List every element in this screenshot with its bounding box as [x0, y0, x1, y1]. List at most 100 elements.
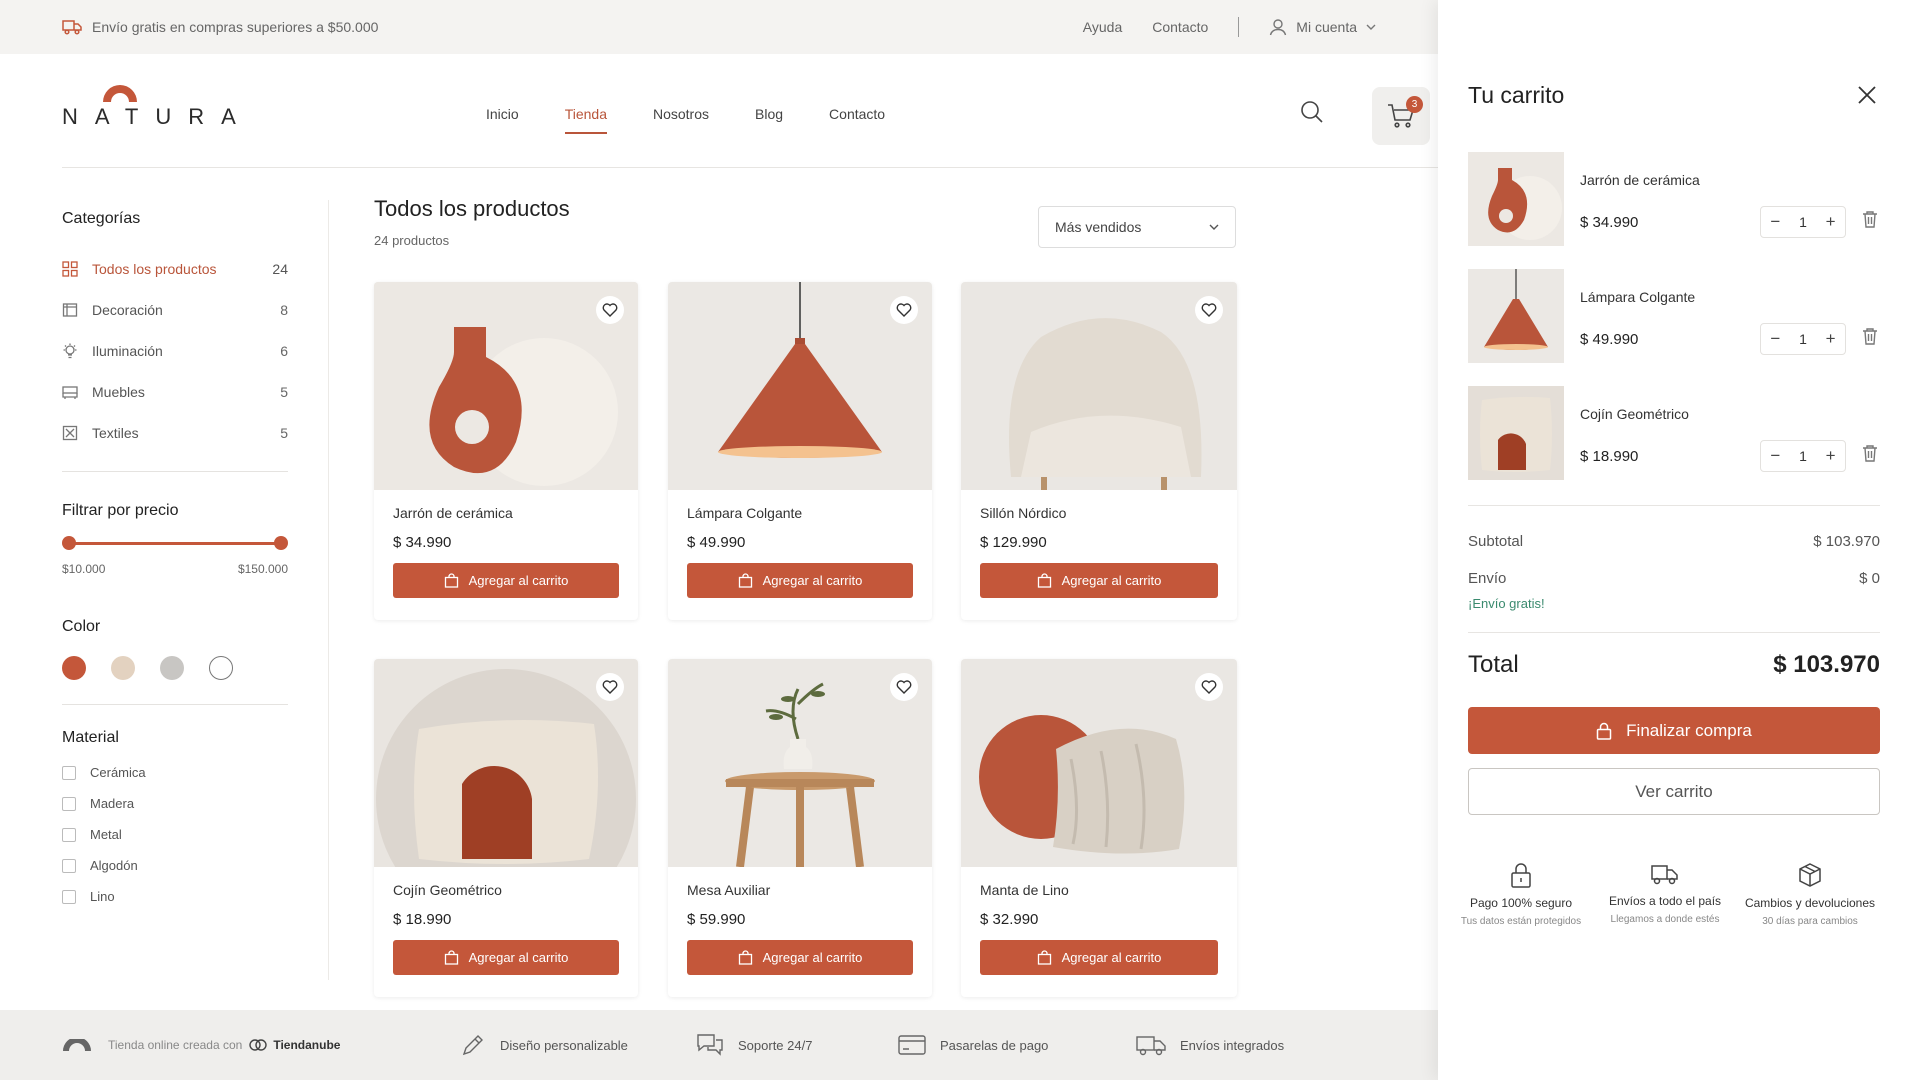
wishlist-button[interactable]: [596, 673, 624, 701]
heart-icon: [896, 680, 912, 694]
product-name[interactable]: Manta de Lino: [980, 882, 1237, 898]
cart-item-price: $ 49.990: [1580, 331, 1639, 348]
cart-item-name[interactable]: Jarrón de cerámica: [1580, 172, 1700, 188]
heart-icon: [602, 680, 618, 694]
product-image[interactable]: [961, 659, 1237, 867]
product-name[interactable]: Sillón Nórdico: [980, 505, 1237, 521]
slider-track: [68, 542, 282, 545]
product-name[interactable]: Mesa Auxiliar: [687, 882, 932, 898]
remove-item-button[interactable]: [1862, 327, 1878, 345]
checkbox[interactable]: [62, 796, 76, 811]
checkbox[interactable]: [62, 889, 76, 904]
category-iluminacion[interactable]: Iluminación 6: [62, 330, 288, 371]
add-to-cart-button[interactable]: Agregar al carrito: [393, 563, 619, 598]
price-range-slider[interactable]: [62, 534, 288, 552]
add-to-cart-button[interactable]: Agregar al carrito: [980, 940, 1218, 975]
wishlist-button[interactable]: [890, 296, 918, 324]
decrease-quantity-button[interactable]: −: [1770, 212, 1780, 232]
color-swatch-beige[interactable]: [111, 656, 135, 680]
help-link[interactable]: Ayuda: [1083, 19, 1122, 35]
material-option[interactable]: Madera: [62, 788, 288, 819]
cart-item-name[interactable]: Lámpara Colgante: [1580, 289, 1695, 305]
add-to-cart-button[interactable]: Agregar al carrito: [687, 940, 913, 975]
cart-item-name[interactable]: Cojín Geométrico: [1580, 406, 1689, 422]
add-to-cart-button[interactable]: Agregar al carrito: [687, 563, 913, 598]
category-count: 6: [280, 342, 288, 359]
product-price: $ 49.990: [687, 534, 746, 551]
category-count: 24: [272, 260, 288, 277]
sort-select[interactable]: Más vendidos: [1038, 206, 1236, 248]
feature-subtitle: Tus datos están protegidos: [1460, 916, 1582, 927]
close-icon: [1858, 86, 1876, 104]
checkbox[interactable]: [62, 858, 76, 873]
product-image[interactable]: [374, 659, 638, 867]
wishlist-button[interactable]: [596, 296, 624, 324]
cart-item: Lámpara Colgante $ 49.990 − 1 +: [1468, 269, 1880, 363]
add-to-cart-button[interactable]: Agregar al carrito: [393, 940, 619, 975]
color-swatch-terracotta[interactable]: [62, 656, 86, 680]
remove-item-button[interactable]: [1862, 444, 1878, 462]
product-card[interactable]: Cojín Geométrico $ 18.990 Agregar al car…: [374, 659, 638, 997]
product-name[interactable]: Jarrón de cerámica: [393, 505, 638, 521]
cart-title: Tu carrito: [1468, 82, 1565, 108]
category-decoracion[interactable]: Decoración 8: [62, 289, 288, 330]
product-image[interactable]: [668, 659, 932, 867]
increase-quantity-button[interactable]: +: [1826, 212, 1836, 232]
increase-quantity-button[interactable]: +: [1826, 329, 1836, 349]
color-swatch-white[interactable]: [209, 656, 233, 680]
category-textiles[interactable]: Textiles 5: [62, 412, 288, 453]
category-all[interactable]: Todos los productos 24: [62, 248, 288, 289]
nav-tienda[interactable]: Tienda: [564, 106, 607, 134]
add-to-cart-button[interactable]: Agregar al carrito: [980, 563, 1218, 598]
divider: [1468, 632, 1880, 633]
product-image[interactable]: [374, 282, 638, 490]
wishlist-button[interactable]: [890, 673, 918, 701]
slider-max-handle[interactable]: [274, 536, 288, 550]
category-muebles[interactable]: Muebles 5: [62, 371, 288, 412]
product-card[interactable]: Sillón Nórdico $ 129.990 Agregar al carr…: [961, 282, 1237, 620]
contact-link[interactable]: Contacto: [1152, 19, 1208, 35]
slider-min-handle[interactable]: [62, 536, 76, 550]
platform-name[interactable]: Tiendanube: [273, 1038, 340, 1052]
nav-blog[interactable]: Blog: [755, 106, 783, 134]
increase-quantity-button[interactable]: +: [1826, 446, 1836, 466]
color-swatch-gray[interactable]: [160, 656, 184, 680]
truck-icon: [1651, 865, 1678, 885]
product-card[interactable]: Jarrón de cerámica $ 34.990 Agregar al c…: [374, 282, 638, 620]
decrease-quantity-button[interactable]: −: [1770, 446, 1780, 466]
product-card[interactable]: Mesa Auxiliar $ 59.990 Agregar al carrit…: [668, 659, 932, 997]
product-name[interactable]: Lámpara Colgante: [687, 505, 932, 521]
material-option[interactable]: Metal: [62, 819, 288, 850]
view-cart-button[interactable]: Ver carrito: [1468, 768, 1880, 815]
cart-button[interactable]: 3: [1372, 87, 1430, 145]
close-cart-button[interactable]: [1858, 86, 1876, 104]
checkbox[interactable]: [62, 827, 76, 842]
checkout-button[interactable]: Finalizar compra: [1468, 707, 1880, 754]
cart-drawer: Tu carrito Jarrón de cerámica $ 34.990 −…: [1438, 0, 1920, 1080]
material-option[interactable]: Lino: [62, 881, 288, 912]
cart-item-image: [1468, 152, 1564, 246]
wishlist-button[interactable]: [1195, 296, 1223, 324]
footer-feature: Soporte 24/7: [696, 1032, 812, 1058]
material-option[interactable]: Algodón: [62, 850, 288, 881]
product-image[interactable]: [668, 282, 932, 490]
product-image[interactable]: [961, 282, 1237, 490]
checkbox[interactable]: [62, 765, 76, 780]
nav-contacto[interactable]: Contacto: [829, 106, 885, 134]
product-card[interactable]: Lámpara Colgante $ 49.990 Agregar al car…: [668, 282, 932, 620]
cart-item: Jarrón de cerámica $ 34.990 − 1 +: [1468, 152, 1880, 246]
search-button[interactable]: [1300, 100, 1324, 124]
add-label: Agregar al carrito: [762, 573, 863, 588]
wishlist-button[interactable]: [1195, 673, 1223, 701]
decrease-quantity-button[interactable]: −: [1770, 329, 1780, 349]
account-menu[interactable]: Mi cuenta: [1269, 18, 1376, 36]
nav-nosotros[interactable]: Nosotros: [653, 106, 709, 134]
product-card[interactable]: Manta de Lino $ 32.990 Agregar al carrit…: [961, 659, 1237, 997]
brand-logo[interactable]: NATURA: [62, 84, 236, 130]
product-name[interactable]: Cojín Geométrico: [393, 882, 638, 898]
shipping-value: $ 0: [1859, 570, 1880, 587]
trust-feature: Cambios y devoluciones 30 días para camb…: [1735, 862, 1885, 927]
material-option[interactable]: Cerámica: [62, 757, 288, 788]
nav-inicio[interactable]: Inicio: [486, 106, 519, 134]
remove-item-button[interactable]: [1862, 210, 1878, 228]
